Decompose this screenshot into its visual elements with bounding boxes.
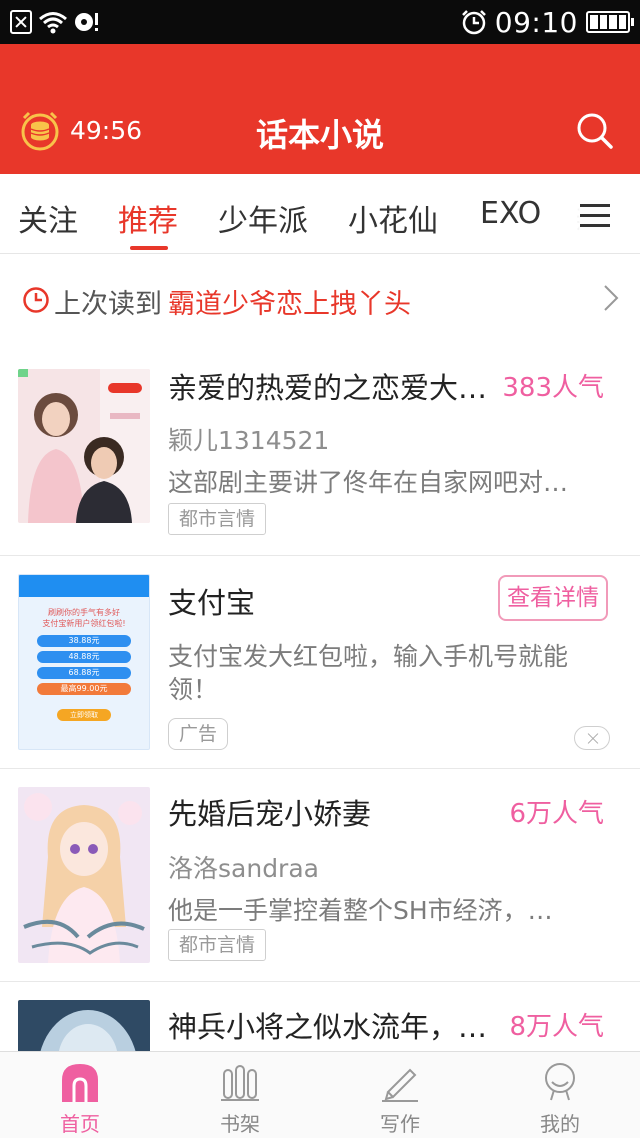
pencil-icon — [382, 1068, 418, 1102]
item-tag[interactable]: 都市言情 — [168, 503, 267, 535]
tab-shaonianpai[interactable]: 少年派 — [218, 196, 308, 240]
nav-home-label: 首页 — [60, 1112, 100, 1136]
tab-follow[interactable]: 关注 — [18, 196, 78, 240]
home-icon — [62, 1064, 98, 1102]
item-author: 颖儿1314521 — [168, 426, 330, 455]
app-title: 话本小说 — [255, 116, 384, 154]
profile-icon — [545, 1063, 575, 1101]
clock-icon — [23, 287, 49, 313]
tab-xiaohuaxian[interactable]: 小花仙 — [348, 196, 438, 240]
item-popularity: 6万人气 — [509, 799, 604, 829]
ad-title: 支付宝 — [168, 586, 256, 620]
item-description: 他是一手掌控着整个SH市经济，… — [168, 896, 553, 925]
status-bar: 09:10 — [0, 0, 640, 44]
last-read-prefix: 上次读到 — [54, 289, 162, 320]
close-ad-icon[interactable] — [574, 726, 610, 750]
list-item[interactable]: 亲爱的热爱的之恋爱大… 383人气 颖儿1314521 这部剧主要讲了佟年在自家… — [0, 345, 640, 555]
bookshelf-icon — [221, 1065, 259, 1101]
nav-write[interactable]: 写作 — [320, 1052, 480, 1138]
wifi-icon — [39, 12, 67, 34]
status-icons-right: 09:10 — [461, 5, 634, 39]
tab-exo[interactable]: EXO — [480, 196, 541, 231]
nav-home[interactable]: 首页 — [0, 1052, 160, 1138]
ad-label: 广告 — [168, 718, 229, 750]
notification-icon — [75, 13, 98, 31]
battery-icon — [586, 11, 634, 33]
category-tabs: 关注 推荐 少年派 小花仙 EXO 新 — [0, 174, 640, 254]
item-popularity: 383人气 — [502, 373, 604, 403]
tab-menu-button[interactable] — [580, 174, 640, 252]
search-icon[interactable] — [576, 112, 614, 150]
item-title: 亲爱的热爱的之恋爱大… — [168, 371, 488, 405]
status-icons-left — [10, 8, 100, 36]
no-sim-icon — [10, 10, 32, 34]
bottom-navigation: 首页 书架 写作 我的 — [0, 1051, 640, 1138]
chevron-right-icon — [604, 285, 619, 311]
app-header: 49:56 话本小说 — [0, 44, 640, 174]
nav-bookshelf[interactable]: 书架 — [160, 1052, 320, 1138]
item-popularity: 8万人气 — [509, 1012, 604, 1042]
ad-cover: 刷刷你的手气有多好 支付宝新用户领红包啦! 38.88元 48.88元 68.8… — [18, 574, 150, 750]
item-tag[interactable]: 都市言情 — [168, 929, 267, 961]
item-author: 洛洛sandraa — [168, 854, 319, 883]
list-item[interactable]: 神兵小将之似水流年，… 8万人气 — [0, 982, 640, 1051]
item-description: 这部剧主要讲了佟年在自家网吧对… — [168, 468, 569, 497]
list-item[interactable]: 先婚后宠小娇妻 6万人气 洛洛sandraa 他是一手掌控着整个SH市经济，… … — [0, 769, 640, 981]
view-details-button[interactable]: 查看详情 — [498, 575, 608, 621]
nav-bookshelf-label: 书架 — [220, 1112, 260, 1136]
book-cover — [18, 369, 150, 523]
book-cover — [18, 1000, 150, 1051]
clock-time: 09:10 — [494, 5, 578, 39]
last-read-book: 霸道少爷恋上拽丫头 — [168, 289, 411, 320]
ad-item[interactable]: 刷刷你的手气有多好 支付宝新用户领红包啦! 38.88元 48.88元 68.8… — [0, 556, 640, 768]
item-title: 神兵小将之似水流年，… — [168, 1010, 488, 1044]
nav-profile-label: 我的 — [540, 1112, 580, 1136]
last-read-banner[interactable]: 上次读到 霸道少爷恋上拽丫头 — [0, 255, 640, 345]
active-tab-indicator — [130, 246, 168, 250]
nav-profile[interactable]: 我的 — [480, 1052, 640, 1138]
tab-recommend[interactable]: 推荐 — [118, 196, 178, 240]
alarm-icon — [461, 10, 486, 35]
ad-description: 支付宝发大红包啦，输入手机号就能领！ — [168, 642, 569, 704]
book-cover — [18, 787, 150, 963]
item-title: 先婚后宠小娇妻 — [168, 797, 372, 831]
nav-write-label: 写作 — [380, 1112, 420, 1136]
